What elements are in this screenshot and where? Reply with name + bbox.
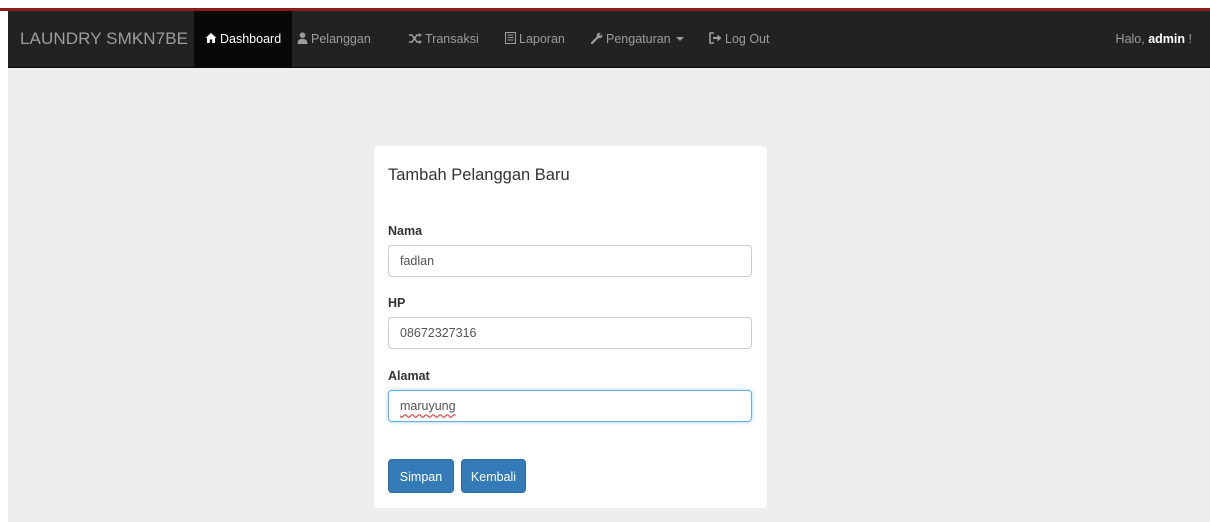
panel-title: Tambah Pelanggan Baru	[388, 166, 570, 184]
nav-pelanggan-label: Pelanggan	[311, 32, 371, 46]
nav-transaksi-label: Transaksi	[425, 32, 479, 46]
hp-label: HP	[388, 296, 406, 310]
nav-transaksi[interactable]: Transaksi	[409, 11, 479, 67]
nav-logout[interactable]: Log Out	[709, 11, 769, 67]
main-content: Tambah Pelanggan Baru Nama fadlan HP 086…	[8, 68, 1210, 522]
hp-input[interactable]: 08672327316	[388, 317, 752, 349]
add-customer-panel: Tambah Pelanggan Baru Nama fadlan HP 086…	[374, 146, 767, 508]
wrench-icon	[590, 11, 603, 67]
nav-dashboard[interactable]: Dashboard	[194, 11, 293, 67]
greeting-username: admin	[1148, 32, 1186, 46]
greeting-prefix: Halo,	[1115, 32, 1145, 46]
home-icon	[205, 11, 217, 67]
nav-laporan-label: Laporan	[519, 32, 565, 46]
alamat-input[interactable]: maruyung	[388, 390, 752, 422]
nama-input[interactable]: fadlan	[388, 245, 752, 277]
nav-pengaturan-label: Pengaturan	[606, 32, 671, 46]
nav-logout-label: Log Out	[725, 32, 770, 46]
nama-label: Nama	[388, 224, 423, 238]
alamat-label: Alamat	[388, 369, 430, 383]
greeting-suffix: !	[1188, 32, 1192, 46]
random-icon	[409, 11, 422, 67]
list-icon	[505, 11, 516, 67]
back-button[interactable]: Kembali	[461, 459, 526, 493]
logout-icon	[709, 11, 722, 67]
user-icon	[297, 11, 308, 67]
nav-dashboard-label: Dashboard	[220, 32, 282, 46]
nav-laporan[interactable]: Laporan	[505, 11, 565, 67]
user-greeting: Halo, admin !	[1116, 11, 1192, 67]
top-border	[0, 0, 1210, 11]
nav-pengaturan-dropdown[interactable]: Pengaturan	[590, 11, 684, 67]
navbar: LAUNDRY SMKN7BE Dashboard Pelanggan Tran…	[8, 11, 1210, 68]
chevron-down-icon	[675, 37, 684, 41]
nav-pelanggan[interactable]: Pelanggan	[297, 11, 371, 67]
alamat-value: maruyung	[400, 399, 456, 413]
navbar-brand[interactable]: LAUNDRY SMKN7BE	[20, 11, 188, 67]
save-button[interactable]: Simpan	[388, 459, 454, 493]
